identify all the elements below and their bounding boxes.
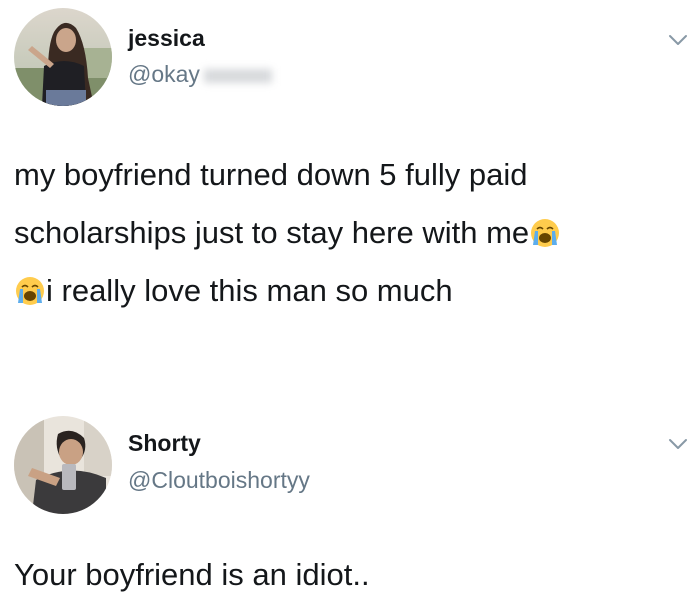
tweet-text: my boyfriend turned down 5 fully paid sc… — [14, 146, 684, 320]
tweet-text-line: i really love this man so much — [14, 262, 684, 320]
handle-text: @okay — [128, 61, 200, 87]
display-name[interactable]: jessica — [128, 24, 205, 52]
tweet-text-segment: i really love this man so much — [46, 273, 453, 308]
user-avatar[interactable] — [14, 8, 112, 106]
tweet-text-segment: Your boyfriend is an idiot.. — [14, 557, 370, 592]
chevron-down-icon[interactable] — [668, 32, 688, 48]
tweet-text-line: Your boyfriend is an idiot.. — [14, 546, 684, 604]
tweet-text-segment: my boyfriend turned down 5 fully paid — [14, 157, 528, 192]
avatar-image — [14, 8, 112, 106]
user-handle[interactable]: @okay — [128, 60, 272, 88]
redacted-handle-blur — [203, 68, 272, 83]
tweet-text-line: my boyfriend turned down 5 fully paid — [14, 146, 684, 204]
tweet-jessica[interactable]: jessica @okay my boyfriend turned down 5… — [0, 0, 700, 400]
tweet-text-line: scholarships just to stay here with me — [14, 204, 684, 262]
chevron-down-icon[interactable] — [668, 436, 688, 452]
user-avatar[interactable] — [14, 416, 112, 514]
loudly-crying-face-icon — [16, 277, 44, 305]
loudly-crying-face-icon — [531, 219, 560, 247]
display-name[interactable]: Shorty — [128, 429, 201, 457]
user-handle[interactable]: @Cloutboishortyy — [128, 466, 310, 494]
avatar-image — [14, 416, 112, 514]
tweet-text-segment: scholarships just to stay here with me — [14, 215, 530, 250]
tweet-text: Your boyfriend is an idiot.. — [14, 546, 684, 604]
tweet-shorty[interactable]: Shorty @Cloutboishortyy Your boyfriend i… — [0, 400, 700, 607]
